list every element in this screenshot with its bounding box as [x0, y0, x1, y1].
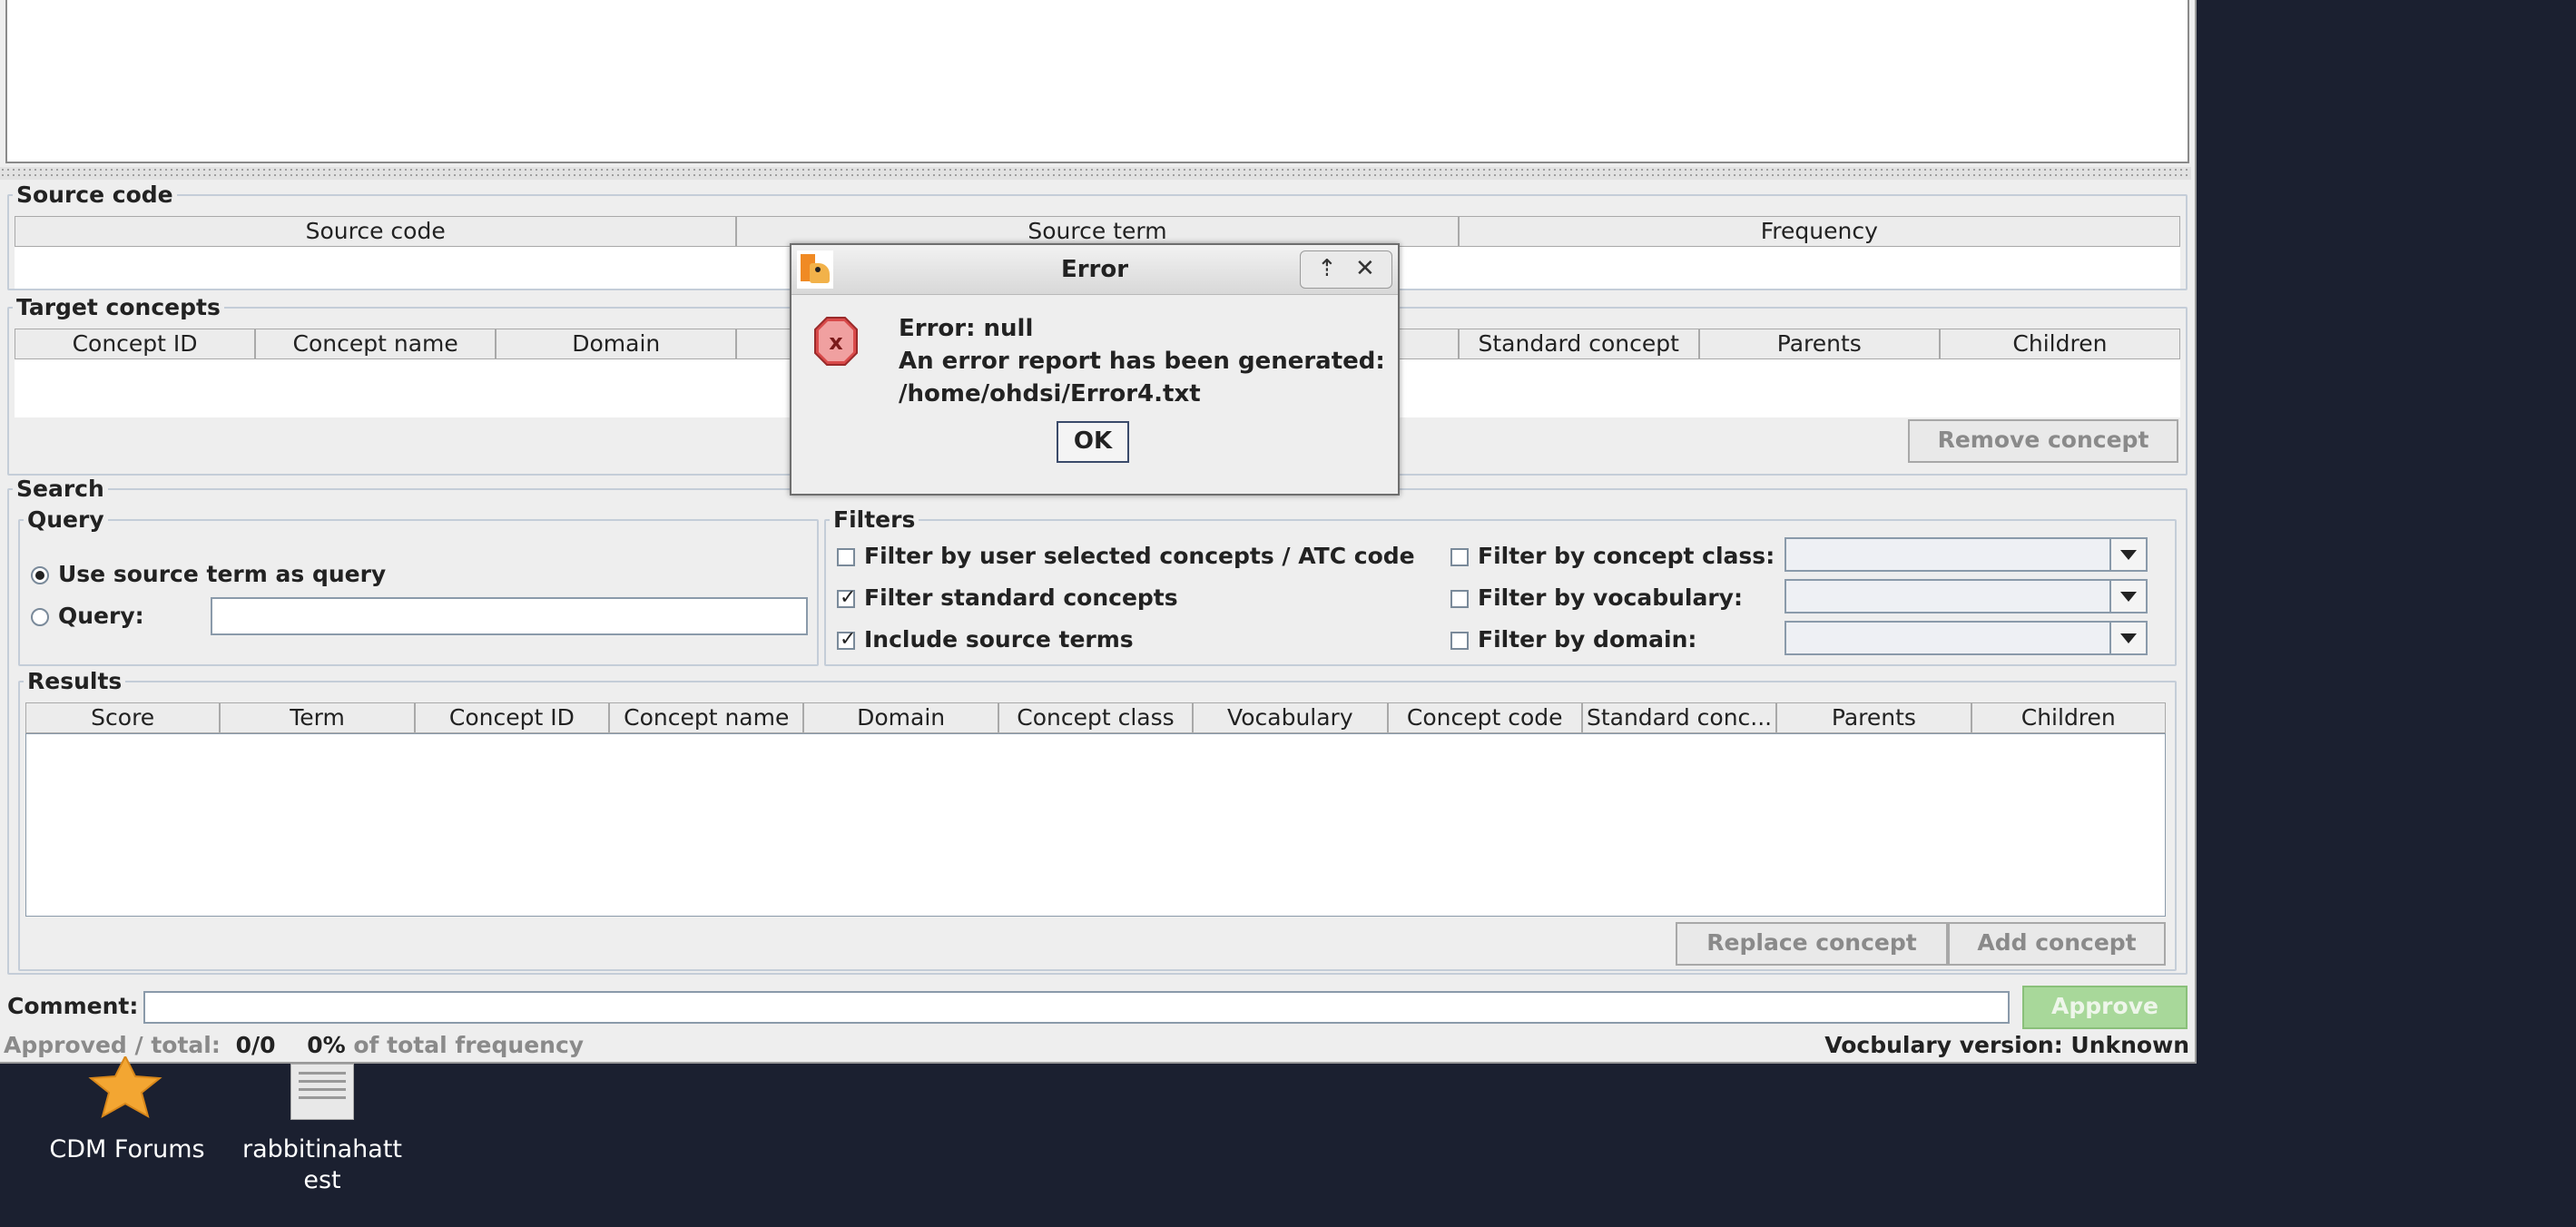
filter-user-selected-checkbox[interactable]: [837, 548, 855, 566]
query-input[interactable]: [211, 597, 808, 635]
target-concepts-title: Target concepts: [16, 294, 221, 320]
filter-standard-checkbox[interactable]: [837, 586, 856, 609]
status-bar-left: Approved / total: 0/0 0% of total freque…: [4, 1032, 584, 1058]
dialog-titlebar[interactable]: Error ⇡ ✕: [791, 245, 1398, 295]
replace-concept-button[interactable]: Replace concept: [1676, 922, 1948, 966]
remove-concept-button[interactable]: Remove concept: [1908, 419, 2178, 463]
document-icon[interactable]: [290, 1064, 354, 1120]
filter-vocabulary-row[interactable]: Filter by vocabulary:: [1450, 584, 1743, 611]
top-table-area: [5, 0, 2189, 163]
filter-domain-row[interactable]: Filter by domain:: [1450, 626, 1696, 653]
chevron-down-icon[interactable]: [2109, 581, 2146, 612]
approved-total-label: Approved / total:: [4, 1032, 221, 1058]
dialog-message: Error: null An error report has been gen…: [899, 312, 1385, 410]
desktop-icon-rabbit-label[interactable]: rabbitinahatt est: [236, 1134, 408, 1196]
desktop-icon-rabbit-label-line2: est: [303, 1166, 341, 1194]
col-concept-name[interactable]: Concept name: [255, 329, 497, 359]
query-label: Query:: [58, 603, 144, 629]
results-title: Results: [27, 668, 123, 694]
error-line-1: Error: null: [899, 315, 1034, 342]
query-radio[interactable]: [31, 608, 49, 626]
error-dialog: Error ⇡ ✕ x Error: null An error report …: [790, 243, 1400, 496]
col-frequency[interactable]: Frequency: [1458, 216, 2180, 247]
ok-button[interactable]: OK: [1057, 421, 1129, 463]
include-source-terms-row[interactable]: Include source terms: [837, 626, 1134, 653]
vocabulary-version: Vocbulary version: Unknown: [1824, 1032, 2189, 1058]
col-concept-name[interactable]: Concept name: [609, 702, 804, 733]
star-icon[interactable]: [84, 1056, 167, 1118]
svg-text:x: x: [829, 329, 843, 355]
col-children[interactable]: Children: [1971, 702, 2166, 733]
domain-combo[interactable]: [1785, 621, 2148, 655]
results-table-body[interactable]: [25, 733, 2166, 917]
col-domain[interactable]: Domain: [496, 329, 737, 359]
col-source-term[interactable]: Source term: [736, 216, 1459, 247]
titlebar-buttons: ⇡ ✕: [1300, 250, 1392, 289]
filter-domain-checkbox[interactable]: [1450, 632, 1469, 650]
concept-class-combo[interactable]: [1785, 537, 2148, 572]
col-children[interactable]: Children: [1939, 329, 2180, 359]
split-pane-divider[interactable]: [0, 167, 2191, 180]
approve-button[interactable]: Approve: [2022, 986, 2188, 1029]
include-source-terms-checkbox[interactable]: [837, 628, 856, 651]
use-source-term-label: Use source term as query: [58, 561, 387, 587]
filter-vocabulary-checkbox[interactable]: [1450, 590, 1469, 608]
filter-standard-label: Filter standard concepts: [864, 584, 1178, 611]
desktop-icon-rabbit-label-line1: rabbitinahatt: [241, 1135, 402, 1163]
error-x-icon: x: [814, 317, 858, 366]
col-standard-concept[interactable]: Standard concept: [1458, 329, 1699, 359]
filter-concept-class-label: Filter by concept class:: [1478, 543, 1775, 569]
filters-title: Filters: [833, 506, 916, 533]
frequency-percent-suffix: of total frequency: [353, 1032, 585, 1058]
query-radio-row[interactable]: Query:: [31, 603, 144, 629]
frequency-percent: 0%: [307, 1032, 346, 1058]
usagi-main-window: Source code Source code Source term Freq…: [0, 0, 2197, 1064]
query-title: Query: [27, 506, 104, 533]
chevron-down-icon[interactable]: [2109, 623, 2146, 653]
col-score[interactable]: Score: [25, 702, 221, 733]
filter-user-selected-label: Filter by user selected concepts / ATC c…: [864, 543, 1415, 569]
error-line-2: An error report has been generated:: [899, 348, 1385, 375]
filter-standard-row[interactable]: Filter standard concepts: [837, 584, 1178, 611]
vocabulary-combo[interactable]: [1785, 579, 2148, 614]
chevron-down-icon[interactable]: [2109, 539, 2146, 570]
include-source-terms-label: Include source terms: [864, 626, 1134, 653]
col-parents[interactable]: Parents: [1776, 702, 1971, 733]
col-concept-id[interactable]: Concept ID: [15, 329, 256, 359]
filter-concept-class-row[interactable]: Filter by concept class:: [1450, 543, 1775, 569]
col-standard-concept[interactable]: Standard conc...: [1581, 702, 1777, 733]
desktop-icon-cdm-forums-label[interactable]: CDM Forums: [36, 1134, 218, 1165]
col-concept-class[interactable]: Concept class: [998, 702, 1194, 733]
add-concept-button[interactable]: Add concept: [1948, 922, 2166, 966]
close-icon[interactable]: ✕: [1355, 255, 1375, 282]
col-source-code[interactable]: Source code: [15, 216, 737, 247]
error-line-3: /home/ohdsi/Error4.txt: [899, 380, 1201, 407]
filter-vocabulary-label: Filter by vocabulary:: [1478, 584, 1743, 611]
comment-input[interactable]: [143, 991, 2010, 1024]
use-source-term-radio-row[interactable]: Use source term as query: [31, 561, 386, 587]
source-code-title: Source code: [16, 182, 173, 208]
approved-total-value: 0/0: [235, 1032, 276, 1058]
filter-concept-class-checkbox[interactable]: [1450, 548, 1469, 566]
comment-label: Comment:: [7, 993, 139, 1019]
col-vocabulary[interactable]: Vocabulary: [1193, 702, 1388, 733]
results-table-header: Score Term Concept ID Concept name Domai…: [25, 702, 2166, 733]
col-domain[interactable]: Domain: [803, 702, 998, 733]
col-parents[interactable]: Parents: [1698, 329, 1940, 359]
filter-domain-label: Filter by domain:: [1478, 626, 1697, 653]
search-title: Search: [16, 476, 104, 502]
source-code-table-header: Source code Source term Frequency: [15, 216, 2180, 247]
maximize-icon[interactable]: ⇡: [1317, 255, 1337, 282]
use-source-term-radio[interactable]: [31, 566, 49, 584]
filter-user-selected-row[interactable]: Filter by user selected concepts / ATC c…: [837, 543, 1415, 569]
col-concept-id[interactable]: Concept ID: [414, 702, 610, 733]
col-concept-code[interactable]: Concept code: [1387, 702, 1582, 733]
col-term[interactable]: Term: [220, 702, 415, 733]
